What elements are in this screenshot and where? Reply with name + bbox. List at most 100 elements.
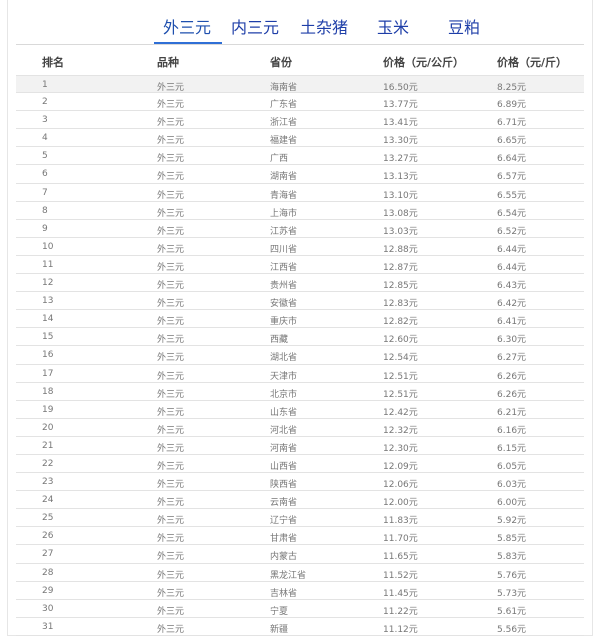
tab-waisanyuan[interactable]: 外三元 [163,18,211,38]
rank-cell: 24 [42,495,54,506]
province-cell: 天津市 [270,371,298,382]
table-row: 1 外三元 海南省 16.50元 8.25元 [16,75,584,94]
province-cell: 广西 [270,154,289,165]
price-jin-cell: 5.56元 [497,624,527,635]
tab-yumi[interactable]: 玉米 [377,18,409,38]
tab-doupo[interactable]: 豆粕 [448,18,480,38]
province-cell: 江西省 [270,262,298,273]
price-kg-cell: 12.51元 [383,389,418,400]
rank-cell: 15 [42,332,54,343]
header-price-per-kg: 价格（元/公斤） [383,56,465,69]
table-row: 5 外三元 广西 13.27元 6.64元 [16,147,584,166]
rank-cell: 16 [42,350,54,361]
rank-cell: 27 [42,549,54,560]
province-cell: 北京市 [270,389,298,400]
province-cell: 内蒙古 [270,552,298,563]
table-row: 21 外三元 河南省 12.30元 6.15元 [16,437,584,455]
price-jin-cell: 6.26元 [497,389,527,400]
table-row: 2 外三元 广东省 13.77元 6.89元 [16,93,584,112]
breed-cell: 外三元 [157,190,185,201]
rank-cell: 23 [42,477,54,488]
breed-cell: 外三元 [157,443,185,454]
header-rank: 排名 [42,56,64,69]
breed-cell: 外三元 [157,262,185,273]
price-kg-cell: 12.85元 [383,281,418,292]
price-jin-cell: 6.03元 [497,480,527,491]
price-kg-cell: 11.70元 [383,534,418,545]
rank-cell: 28 [42,567,54,578]
rank-cell: 19 [42,404,54,415]
province-cell: 福建省 [270,136,298,147]
rank-cell: 25 [42,513,54,524]
rank-cell: 7 [42,187,48,198]
breed-cell: 外三元 [157,371,185,382]
rank-cell: 5 [42,151,48,162]
table-row: 30 外三元 宁夏 11.22元 5.61元 [16,600,584,618]
tab-tuzazhu[interactable]: 土杂猪 [300,18,348,38]
breed-cell: 外三元 [157,244,185,255]
price-jin-cell: 6.65元 [497,136,527,147]
table-header: 排名 品种 省份 价格（元/公斤） 价格（元/斤） [16,45,584,75]
province-cell: 贵州省 [270,281,298,292]
price-kg-cell: 12.06元 [383,480,418,491]
table-row: 19 外三元 山东省 12.42元 6.21元 [16,401,584,419]
price-jin-cell: 6.52元 [497,226,527,237]
table-row: 11 外三元 江西省 12.87元 6.44元 [16,256,584,275]
price-kg-cell: 11.52元 [383,570,418,581]
breed-cell: 外三元 [157,552,185,563]
table-row: 22 外三元 山西省 12.09元 6.05元 [16,455,584,474]
header-province: 省份 [270,56,292,69]
breed-cell: 外三元 [157,172,185,183]
breed-cell: 外三元 [157,570,185,581]
price-kg-cell: 13.77元 [383,100,418,111]
table-row: 26 外三元 甘肃省 11.70元 5.85元 [16,527,584,546]
rank-cell: 18 [42,386,54,397]
province-cell: 浙江省 [270,118,298,129]
province-cell: 江苏省 [270,226,298,237]
price-kg-cell: 12.30元 [383,443,418,454]
breed-cell: 外三元 [157,100,185,111]
province-cell: 宁夏 [270,606,289,617]
table-row: 12 外三元 贵州省 12.85元 6.43元 [16,274,584,293]
price-kg-cell: 11.12元 [383,624,418,635]
province-cell: 山西省 [270,461,298,472]
table-row: 9 外三元 江苏省 13.03元 6.52元 [16,220,584,238]
province-cell: 湖北省 [270,353,298,364]
province-cell: 吉林省 [270,588,298,599]
price-jin-cell: 5.85元 [497,534,527,545]
province-cell: 云南省 [270,498,298,509]
breed-cell: 外三元 [157,83,185,93]
price-kg-cell: 12.87元 [383,262,418,273]
breed-cell: 外三元 [157,461,185,472]
price-kg-cell: 13.13元 [383,172,418,183]
tab-neisanyuan[interactable]: 内三元 [231,18,279,38]
breed-cell: 外三元 [157,606,185,617]
price-jin-cell: 6.71元 [497,118,527,129]
price-kg-cell: 12.42元 [383,407,418,418]
province-cell: 陕西省 [270,480,298,491]
rank-cell: 30 [42,603,54,614]
breed-cell: 外三元 [157,407,185,418]
price-jin-cell: 6.30元 [497,335,527,346]
breed-cell: 外三元 [157,208,185,219]
province-cell: 河北省 [270,425,298,436]
price-jin-cell: 5.83元 [497,552,527,563]
table-body: 1 外三元 海南省 16.50元 8.25元 2 外三元 广东省 13.77元 6.89元 3 外三元… [16,75,584,636]
table-row: 14 外三元 重庆市 12.82元 6.41元 [16,310,584,329]
province-cell: 黑龙江省 [270,570,307,581]
rank-cell: 29 [42,585,54,596]
price-jin-cell: 6.21元 [497,407,527,418]
breed-cell: 外三元 [157,226,185,237]
price-kg-cell: 11.22元 [383,606,418,617]
rank-cell: 26 [42,531,54,542]
breed-cell: 外三元 [157,154,185,165]
province-cell: 四川省 [270,244,298,255]
price-jin-cell: 6.26元 [497,371,527,382]
price-kg-cell: 16.50元 [383,83,418,93]
price-jin-cell: 6.57元 [497,172,527,183]
table-row: 16 外三元 湖北省 12.54元 6.27元 [16,346,584,365]
price-jin-cell: 6.16元 [497,425,527,436]
table-row: 20 外三元 河北省 12.32元 6.16元 [16,419,584,437]
province-cell: 新疆 [270,624,289,635]
price-jin-cell: 6.27元 [497,353,527,364]
